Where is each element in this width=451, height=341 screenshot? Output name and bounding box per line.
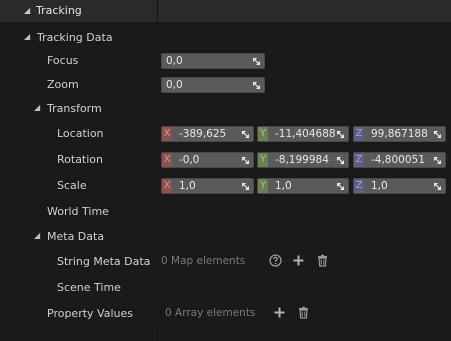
location-z-input[interactable]: Z 99,867188	[353, 126, 446, 142]
drag-handle-icon[interactable]	[252, 57, 261, 66]
drag-handle-icon[interactable]	[241, 182, 250, 191]
rotation-z-input[interactable]: Z -4,800051	[353, 152, 446, 168]
drag-handle-icon[interactable]	[252, 81, 261, 90]
rotation-x-input[interactable]: X -0,0	[161, 152, 254, 168]
z-axis-marker: Z	[354, 179, 364, 193]
property-label-location: Location	[57, 127, 104, 140]
x-axis-marker: X	[162, 153, 172, 167]
drag-handle-icon[interactable]	[433, 156, 442, 165]
tree-row-tracking-data[interactable]: ◢ Tracking Data	[0, 29, 451, 47]
drag-handle-icon[interactable]	[433, 130, 442, 139]
array-elements-count: 0 Array elements	[165, 307, 256, 319]
rotation-y-input[interactable]: Y -8,199984	[257, 152, 349, 168]
x-axis-marker: X	[162, 127, 172, 141]
trash-icon[interactable]	[297, 306, 310, 319]
tree-label-transform: Transform	[47, 102, 102, 115]
section-header-tracking[interactable]: ◢ Tracking	[0, 0, 451, 23]
scale-y-input[interactable]: Y 1,0	[257, 178, 349, 194]
add-icon[interactable]	[273, 306, 286, 319]
help-icon[interactable]	[269, 254, 282, 267]
add-icon[interactable]	[292, 254, 305, 267]
drag-handle-icon[interactable]	[433, 182, 442, 191]
focus-input[interactable]: 0,0	[161, 53, 265, 69]
drag-handle-icon[interactable]	[336, 182, 345, 191]
drag-handle-icon[interactable]	[336, 156, 345, 165]
property-label-focus: Focus	[47, 54, 79, 67]
drag-handle-icon[interactable]	[336, 130, 345, 139]
scale-z-value: 1,0	[371, 180, 388, 192]
drag-handle-icon[interactable]	[241, 156, 250, 165]
tree-label-tracking-data: Tracking Data	[37, 31, 113, 44]
rotation-z-value: -4,800051	[371, 154, 425, 166]
property-row-scene-time: Scene Time	[0, 279, 451, 297]
property-label-property-values: Property Values	[47, 307, 133, 320]
scale-z-input[interactable]: Z 1,0	[353, 178, 446, 194]
focus-value: 0,0	[166, 55, 183, 67]
y-axis-marker: Y	[258, 127, 268, 141]
scale-y-value: 1,0	[275, 180, 292, 192]
property-label-scale: Scale	[57, 179, 87, 192]
header-divider	[157, 0, 158, 22]
zoom-value: 0,0	[166, 79, 183, 91]
section-title: Tracking	[36, 4, 82, 17]
location-y-input[interactable]: Y -11,404688	[257, 126, 349, 142]
collapse-triangle-icon[interactable]: ◢	[34, 231, 40, 240]
rotation-y-value: -8,199984	[275, 154, 329, 166]
scale-x-value: 1,0	[179, 180, 196, 192]
tree-label-meta-data: Meta Data	[47, 230, 105, 243]
property-label-scene-time: Scene Time	[57, 281, 121, 294]
property-label-string-meta-data: String Meta Data	[57, 255, 151, 268]
x-axis-marker: X	[162, 179, 172, 193]
scale-x-input[interactable]: X 1,0	[161, 178, 254, 194]
trash-icon[interactable]	[316, 254, 329, 267]
z-axis-marker: Z	[354, 153, 364, 167]
collapse-triangle-icon[interactable]: ◢	[24, 32, 30, 41]
drag-handle-icon[interactable]	[241, 130, 250, 139]
collapse-triangle-icon[interactable]: ◢	[24, 6, 30, 15]
map-elements-count: 0 Map elements	[161, 255, 246, 267]
y-axis-marker: Y	[258, 179, 268, 193]
location-y-value: -11,404688	[275, 128, 336, 140]
location-x-value: -389,625	[179, 128, 227, 140]
z-axis-marker: Z	[354, 127, 364, 141]
property-label-world-time: World Time	[47, 205, 109, 218]
property-label-zoom: Zoom	[47, 78, 79, 91]
y-axis-marker: Y	[258, 153, 268, 167]
zoom-input[interactable]: 0,0	[161, 77, 265, 93]
property-row-world-time: World Time	[0, 203, 451, 221]
tree-row-meta-data[interactable]: ◢ Meta Data	[0, 228, 451, 246]
location-x-input[interactable]: X -389,625	[161, 126, 254, 142]
collapse-triangle-icon[interactable]: ◢	[34, 103, 40, 112]
rotation-x-value: -0,0	[179, 154, 200, 166]
location-z-value: 99,867188	[371, 128, 428, 140]
tree-row-transform[interactable]: ◢ Transform	[0, 100, 451, 118]
property-label-rotation: Rotation	[57, 153, 104, 166]
